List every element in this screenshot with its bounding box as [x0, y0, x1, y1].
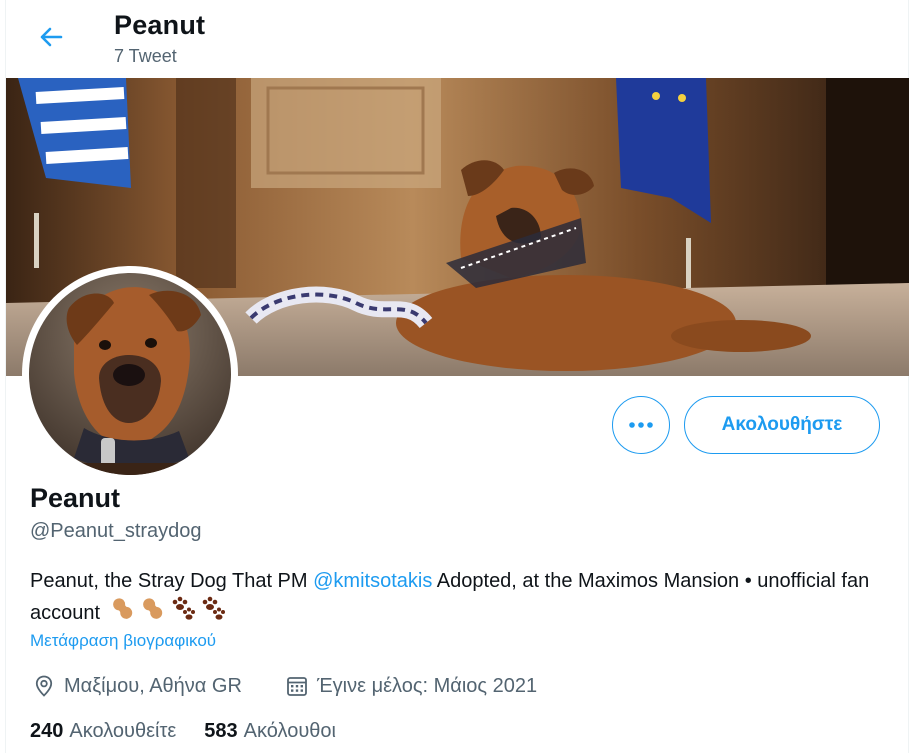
calendar-icon: [287, 677, 307, 696]
peanut-emoji-icon: [140, 596, 166, 631]
profile-join-date: Έγινε μέλος: Μάιος 2021: [285, 672, 537, 700]
follow-stats: 240 Ακολουθείτε 583 Ακόλουθοι: [30, 720, 364, 743]
tweet-count: 7 Tweet: [114, 46, 177, 66]
followers-label: Ακόλουθοι: [243, 720, 336, 742]
more-dots-icon: [629, 422, 653, 428]
translate-bio-link[interactable]: Μετάφραση βιογραφικού: [30, 631, 216, 651]
profile-avatar[interactable]: [22, 266, 238, 482]
join-date-text: Έγινε μέλος: Μάιος 2021: [317, 674, 538, 697]
followers-link[interactable]: 583 Ακόλουθοι: [204, 720, 336, 743]
more-options-button[interactable]: [612, 396, 670, 454]
bio-mention-link[interactable]: @kmitsotakis: [313, 570, 432, 592]
profile-handle: @Peanut_straydog: [30, 520, 202, 542]
followers-count: 583: [204, 720, 238, 742]
back-arrow-icon[interactable]: [36, 22, 66, 52]
header-title: Peanut: [114, 10, 206, 40]
profile-bio: Peanut, the Stray Dog That PM @kmitsotak…: [30, 566, 890, 631]
profile-name: Peanut: [30, 483, 121, 513]
peanut-emoji-icon: [110, 596, 136, 631]
following-link[interactable]: 240 Ακολουθείτε: [30, 720, 176, 743]
bio-text: Peanut, the Stray Dog That PM: [30, 570, 314, 592]
following-count: 240: [30, 720, 64, 742]
paw-prints-emoji-icon: [200, 596, 226, 631]
location-text: Μαξίμου, Αθήνα GR: [64, 674, 242, 697]
location-pin-icon: [35, 675, 53, 697]
following-label: Ακολουθείτε: [69, 720, 177, 742]
paw-prints-emoji-icon: [170, 596, 196, 631]
follow-button[interactable]: Ακολουθήστε: [684, 396, 880, 454]
profile-location: Μαξίμου, Αθήνα GR: [32, 672, 242, 700]
